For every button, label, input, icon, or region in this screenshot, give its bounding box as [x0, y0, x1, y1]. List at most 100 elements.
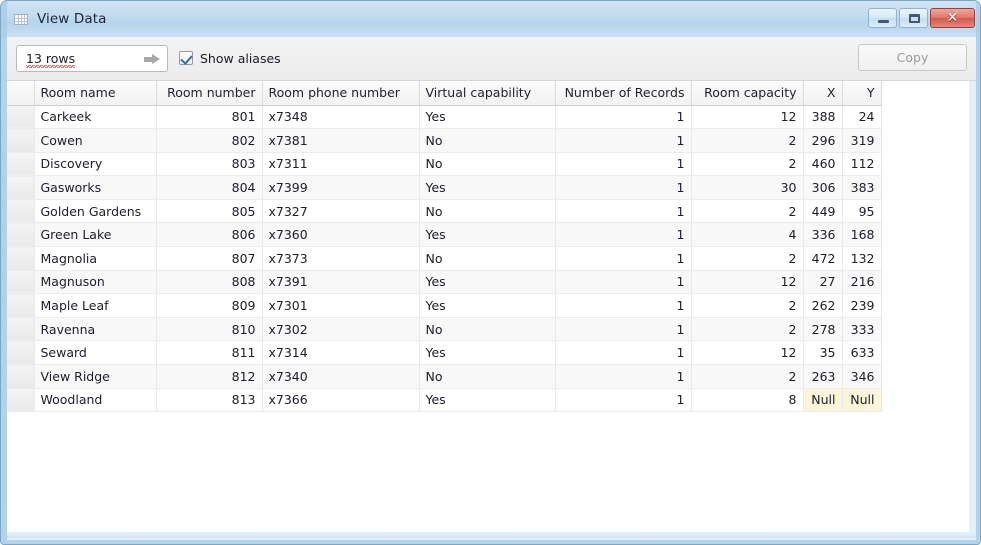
table-cell[interactable]: 12: [691, 105, 804, 130]
table-cell[interactable]: 216: [842, 270, 882, 295]
table-cell[interactable]: 472: [803, 246, 843, 271]
table-cell[interactable]: 805: [156, 199, 263, 224]
table-cell[interactable]: Yes: [419, 222, 556, 248]
table-cell[interactable]: No: [419, 246, 556, 271]
table-cell[interactable]: 336: [803, 222, 843, 248]
table-row[interactable]: Green Lake 806 x7360 Yes 1 4 336 168: [7, 222, 882, 248]
table-cell[interactable]: x7366: [262, 388, 420, 413]
table-cell[interactable]: x7391: [262, 270, 420, 295]
column-header[interactable]: Room number: [156, 81, 263, 106]
table-cell[interactable]: x7327: [262, 199, 420, 224]
table-cell[interactable]: Yes: [419, 340, 556, 366]
table-cell[interactable]: x7302: [262, 317, 420, 342]
table-cell[interactable]: 803: [156, 152, 263, 177]
row-selector-cell[interactable]: [7, 199, 35, 224]
table-cell[interactable]: 388: [803, 105, 843, 130]
null-cell[interactable]: Null: [803, 388, 843, 413]
table-cell[interactable]: 633: [842, 340, 882, 366]
table-cell[interactable]: 807: [156, 246, 263, 271]
table-row[interactable]: Maple Leaf 809 x7301 Yes 1 2 262 239: [7, 293, 882, 318]
table-cell[interactable]: x7314: [262, 340, 420, 366]
table-cell[interactable]: 333: [842, 317, 882, 342]
table-cell[interactable]: 112: [842, 152, 882, 177]
table-cell[interactable]: 811: [156, 340, 263, 366]
table-cell[interactable]: 813: [156, 388, 263, 413]
table-cell[interactable]: 2: [691, 246, 804, 271]
table-row[interactable]: Seward 811 x7314 Yes 1 12 35 633: [7, 340, 882, 366]
title-bar[interactable]: View Data ✕: [1, 1, 980, 38]
row-selector-cell[interactable]: [7, 175, 35, 200]
table-cell[interactable]: 460: [803, 152, 843, 177]
table-cell[interactable]: No: [419, 364, 556, 389]
table-cell[interactable]: x7399: [262, 175, 420, 200]
table-cell[interactable]: 30: [691, 175, 804, 200]
table-row[interactable]: Gasworks 804 x7399 Yes 1 30 306 383: [7, 175, 882, 200]
table-cell[interactable]: Magnuson: [34, 270, 157, 295]
table-cell[interactable]: 2: [691, 128, 804, 153]
table-cell[interactable]: 802: [156, 128, 263, 153]
table-cell[interactable]: No: [419, 128, 556, 153]
table-cell[interactable]: x7340: [262, 364, 420, 389]
row-selector-cell[interactable]: [7, 317, 35, 342]
table-cell[interactable]: 449: [803, 199, 843, 224]
column-header[interactable]: Number of Records: [555, 81, 692, 106]
table-cell[interactable]: 2: [691, 199, 804, 224]
data-grid[interactable]: Room name Room number Room phone number Vir…: [7, 81, 969, 534]
table-cell[interactable]: No: [419, 317, 556, 342]
table-cell[interactable]: 1: [555, 199, 692, 224]
table-cell[interactable]: Carkeek: [34, 105, 157, 130]
table-cell[interactable]: 2: [691, 317, 804, 342]
table-cell[interactable]: 168: [842, 222, 882, 248]
table-cell[interactable]: x7373: [262, 246, 420, 271]
table-cell[interactable]: 24: [842, 105, 882, 130]
table-cell[interactable]: 2: [691, 152, 804, 177]
table-cell[interactable]: 812: [156, 364, 263, 389]
table-row[interactable]: Carkeek 801 x7348 Yes 1 12 388 24: [7, 105, 882, 130]
maximize-button[interactable]: [899, 8, 928, 28]
table-cell[interactable]: x7348: [262, 105, 420, 130]
table-cell[interactable]: Yes: [419, 175, 556, 200]
table-cell[interactable]: Yes: [419, 105, 556, 130]
table-cell[interactable]: 383: [842, 175, 882, 200]
table-cell[interactable]: No: [419, 152, 556, 177]
column-header[interactable]: X: [803, 81, 843, 106]
table-row[interactable]: Woodland 813 x7366 Yes 1 8 Null Null: [7, 388, 882, 413]
table-cell[interactable]: 806: [156, 222, 263, 248]
table-cell[interactable]: Yes: [419, 293, 556, 318]
table-cell[interactable]: 4: [691, 222, 804, 248]
table-cell[interactable]: 2: [691, 364, 804, 389]
table-cell[interactable]: 1: [555, 293, 692, 318]
row-selector-cell[interactable]: [7, 364, 35, 389]
row-selector-cell[interactable]: [7, 152, 35, 177]
column-header[interactable]: Room name: [34, 81, 157, 106]
table-cell[interactable]: 278: [803, 317, 843, 342]
table-cell[interactable]: Discovery: [34, 152, 157, 177]
scrollbar-thumb[interactable]: [7, 532, 976, 538]
row-selector-cell[interactable]: [7, 340, 35, 366]
table-cell[interactable]: Yes: [419, 270, 556, 295]
arrow-right-icon[interactable]: [144, 54, 160, 65]
table-cell[interactable]: 1: [555, 222, 692, 248]
resize-grip[interactable]: [966, 530, 978, 542]
select-all-header[interactable]: [7, 81, 35, 106]
row-selector-cell[interactable]: [7, 293, 35, 318]
table-cell[interactable]: 8: [691, 388, 804, 413]
table-cell[interactable]: Seward: [34, 340, 157, 366]
table-cell[interactable]: 2: [691, 293, 804, 318]
table-cell[interactable]: 95: [842, 199, 882, 224]
table-cell[interactable]: 319: [842, 128, 882, 153]
table-row[interactable]: Magnuson 808 x7391 Yes 1 12 27 216: [7, 270, 882, 295]
row-selector-cell[interactable]: [7, 105, 35, 130]
table-cell[interactable]: 27: [803, 270, 843, 295]
table-cell[interactable]: Cowen: [34, 128, 157, 153]
table-cell[interactable]: 1: [555, 270, 692, 295]
row-selector-cell[interactable]: [7, 388, 35, 413]
table-row[interactable]: Ravenna 810 x7302 No 1 2 278 333: [7, 317, 882, 342]
table-cell[interactable]: 346: [842, 364, 882, 389]
row-selector-cell[interactable]: [7, 222, 35, 248]
table-cell[interactable]: 1: [555, 388, 692, 413]
table-cell[interactable]: 1: [555, 364, 692, 389]
table-cell[interactable]: 804: [156, 175, 263, 200]
table-cell[interactable]: 296: [803, 128, 843, 153]
table-cell[interactable]: Gasworks: [34, 175, 157, 200]
